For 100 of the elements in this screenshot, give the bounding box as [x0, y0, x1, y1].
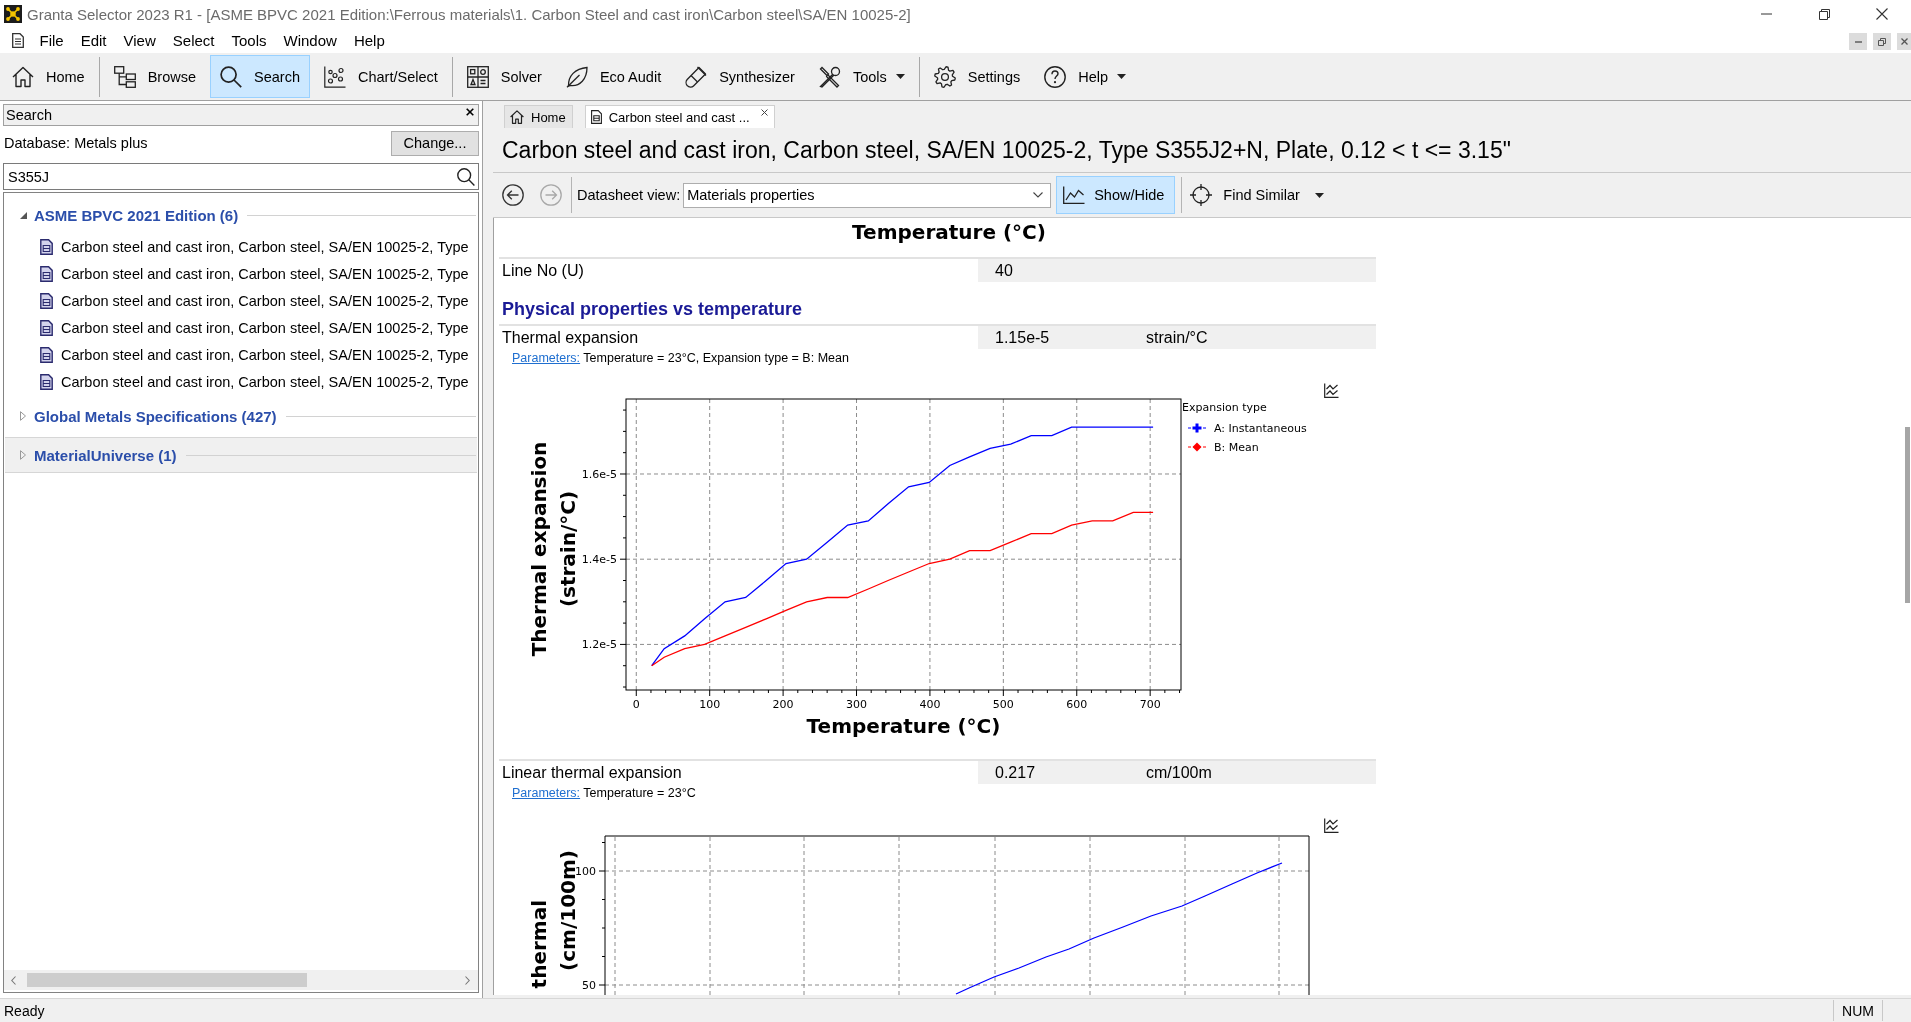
x-tick-label: 600 — [1066, 698, 1088, 711]
chart-options-icon[interactable] — [1324, 383, 1339, 398]
restore-icon[interactable] — [1818, 8, 1830, 20]
menu-item[interactable]: File — [31, 28, 73, 53]
menu-item[interactable]: Select — [164, 28, 223, 53]
close-icon[interactable] — [466, 108, 474, 116]
search-icon — [220, 65, 243, 88]
window-title: Granta Selector 2023 R1 - [ASME BPVC 2021 Edition:\Ferrous materials\1. Carbon Steel and cast iron\Carbon steel\SA/EN 10025-2] — [27, 5, 911, 23]
settings-icon — [933, 65, 956, 88]
document-icon — [40, 292, 53, 309]
document-icon[interactable] — [12, 33, 24, 48]
scrollbar-thumb[interactable] — [27, 973, 307, 987]
collapsed-triangle-icon[interactable] — [20, 411, 26, 421]
toolbar-button[interactable]: Solver — [456, 55, 552, 98]
crosshair-icon — [1190, 184, 1213, 206]
menu-item[interactable]: View — [115, 28, 165, 53]
document-icon — [40, 319, 53, 336]
caret-down-icon — [1314, 192, 1324, 198]
toolbar-button[interactable]: Home — [2, 55, 95, 98]
leaf-icon — [565, 65, 588, 88]
menu-item[interactable]: Help — [345, 28, 394, 53]
minimize-icon[interactable] — [1760, 13, 1772, 15]
minimize-icon — [1854, 40, 1862, 43]
x-axis-title: Temperature (°C) — [806, 714, 1001, 738]
document-icon — [40, 238, 53, 255]
document-tab[interactable]: Home — [504, 105, 573, 128]
datasheet-title: Carbon steel and cast iron, Carbon steel, SA/EN 10025-2, Type S355J2+N, Plate, 0.12 < t <= 3.15" — [493, 128, 1911, 173]
tree-group[interactable]: Global Metals Specifications (427) — [5, 398, 477, 434]
property-name: Linear thermal expansion — [502, 763, 682, 782]
menu-item[interactable]: Window — [275, 28, 346, 53]
y-tick-label: 1.6e-5 — [581, 468, 617, 481]
parameters-link[interactable]: Parameters: — [512, 786, 581, 800]
document-icon — [590, 110, 602, 124]
x-tick-label: 400 — [919, 698, 941, 711]
line-chart-icon — [1063, 186, 1086, 204]
legend-label: A: Instantaneous — [1214, 422, 1307, 435]
parameters-text: Parameters: Temperature = 23°C — [512, 786, 696, 800]
toolbar-button[interactable]: Help — [1034, 55, 1137, 98]
property-value: 1.15e-5 — [995, 328, 1050, 346]
home-icon — [12, 65, 34, 88]
document-icon — [40, 265, 53, 282]
toolbar-button[interactable]: Chart/Select — [314, 55, 448, 98]
tree-group[interactable]: ASME BPVC 2021 Edition (6) — [5, 197, 477, 233]
chevron-right-icon[interactable] — [465, 975, 470, 985]
section-heading: Physical properties vs temperature — [502, 299, 803, 320]
app-logo-icon — [4, 5, 22, 23]
minimize-button[interactable] — [1849, 33, 1867, 50]
datasheet-view-dropdown[interactable]: Materials properties — [683, 182, 1052, 208]
toolbar-button[interactable]: Search — [210, 55, 310, 98]
y-tick-label: 100 — [575, 865, 596, 878]
toolbar-button[interactable]: Eco Audit — [555, 55, 672, 98]
axis-title: Temperature (°C) — [852, 220, 1046, 244]
restore-icon — [1878, 37, 1886, 46]
hierarchy-icon — [113, 65, 136, 88]
chart-options-icon[interactable] — [1324, 818, 1339, 833]
property-unit: strain/°C — [1146, 328, 1208, 347]
status-text: Ready — [4, 1002, 45, 1019]
toolbar-button[interactable]: Synthesizer — [675, 55, 805, 98]
search-field[interactable]: S355J — [3, 163, 479, 190]
parameters-text: Parameters: Temperature = 23°C, Expansion type = B: Mean — [512, 351, 849, 365]
document-tab[interactable]: Carbon steel and cast ... — [584, 105, 775, 128]
datasheet-view-label: Datasheet view: — [577, 187, 681, 203]
toolbar-button[interactable]: Browse — [103, 55, 207, 98]
x-tick-label: 0 — [632, 698, 640, 711]
close-button[interactable] — [1897, 33, 1911, 50]
tree-item[interactable]: Carbon steel and cast iron, Carbon steel, SA/EN 10025-2, Type — [4, 260, 478, 287]
x-tick-label: 300 — [846, 698, 867, 711]
y-tick-label: 1.2e-5 — [581, 638, 617, 652]
tree-group[interactable]: MaterialUniverse (1) — [5, 437, 477, 473]
x-tick-label: 700 — [1139, 698, 1161, 711]
expanded-triangle-icon[interactable] — [19, 211, 27, 219]
tree-item[interactable]: Carbon steel and cast iron, Carbon steel, SA/EN 10025-2, Type — [4, 287, 478, 314]
toolbar-button[interactable]: Tools — [808, 55, 915, 98]
close-icon — [1900, 38, 1908, 45]
status-indicator: NUM — [1833, 1000, 1883, 1021]
parameters-link[interactable]: Parameters: — [512, 351, 581, 365]
change-button[interactable]: Change... — [391, 130, 479, 156]
panel-title: Search — [6, 107, 52, 123]
find-similar-button[interactable]: Find Similar — [1188, 176, 1331, 214]
tree-item[interactable]: Carbon steel and cast iron, Carbon steel, SA/EN 10025-2, Type — [4, 368, 478, 395]
tree-item[interactable]: Carbon steel and cast iron, Carbon steel, SA/EN 10025-2, Type — [4, 314, 478, 341]
toolbar-button[interactable]: Settings — [923, 55, 1031, 98]
property-name: Line No (U) — [502, 261, 584, 280]
chevron-down-icon — [1033, 192, 1044, 198]
test-tube-icon — [685, 65, 708, 88]
y-tick-label: 1.4e-5 — [581, 553, 617, 567]
search-icon[interactable] — [457, 167, 475, 186]
show-hide-button[interactable]: Show/Hide — [1056, 176, 1176, 214]
x-tick-label: 100 — [699, 698, 721, 711]
close-icon[interactable] — [1876, 8, 1888, 20]
tree-item[interactable]: Carbon steel and cast iron, Carbon steel, SA/EN 10025-2, Type — [4, 341, 478, 368]
close-icon[interactable] — [760, 109, 768, 116]
chevron-left-icon[interactable] — [11, 975, 16, 985]
x-tick-label: 200 — [772, 698, 794, 711]
tree-item[interactable]: Carbon steel and cast iron, Carbon steel, SA/EN 10025-2, Type — [4, 233, 478, 260]
restore-button[interactable] — [1873, 33, 1891, 50]
menu-item[interactable]: Tools — [223, 28, 275, 53]
tools-icon — [818, 65, 841, 88]
menu-item[interactable]: Edit — [72, 28, 116, 53]
scrollbar-thumb[interactable] — [1905, 427, 1910, 603]
